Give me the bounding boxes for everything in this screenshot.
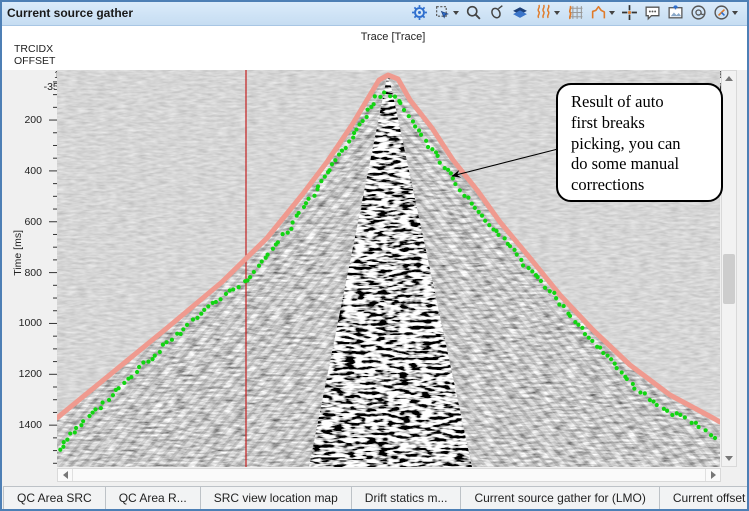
window-titlebar: Current source gather bbox=[0, 0, 749, 26]
dropdown-caret-icon bbox=[732, 11, 738, 15]
time-tick-label: 600 bbox=[10, 216, 42, 228]
layers-icon[interactable] bbox=[510, 3, 530, 22]
arrow-up-icon bbox=[725, 76, 733, 81]
grid-spectrum-icon[interactable] bbox=[565, 3, 585, 22]
settings-gear-icon[interactable] bbox=[410, 3, 429, 22]
arrow-right-icon bbox=[711, 471, 716, 479]
trace-axis-title: Trace [Trace] bbox=[330, 31, 456, 43]
time-axis-ticks bbox=[45, 70, 57, 467]
trace-header-axis: Trace [Trace] TRCIDX OFFSET 1-351741-251… bbox=[0, 26, 749, 70]
window-title: Current source gather bbox=[0, 6, 133, 20]
zoom-magnifier-icon[interactable] bbox=[464, 3, 483, 22]
comment-bubble-icon[interactable] bbox=[643, 3, 662, 22]
arrow-left-icon bbox=[63, 471, 68, 479]
time-tick-label: 1000 bbox=[10, 317, 42, 329]
toolbar bbox=[410, 3, 749, 22]
scroll-left-button[interactable] bbox=[58, 469, 73, 481]
dropdown-caret-icon bbox=[609, 11, 615, 15]
time-tick-label: 400 bbox=[10, 165, 42, 177]
time-tick-label: 200 bbox=[10, 114, 42, 126]
horizontal-scrollbar[interactable] bbox=[57, 468, 721, 482]
tab-qc-area-r[interactable]: QC Area R... bbox=[105, 486, 201, 510]
view-tabbar: QC Area SRCQC Area R...SRC view location… bbox=[0, 486, 749, 511]
annotation-callout[interactable]: Result of auto first breaks picking, you… bbox=[556, 83, 723, 202]
vertical-scrollbar-thumb[interactable] bbox=[723, 254, 735, 304]
histogram-shape-icon[interactable] bbox=[589, 3, 616, 22]
time-tick-label: 1200 bbox=[10, 368, 42, 380]
time-tick-label: 800 bbox=[10, 267, 42, 279]
tab-drift-statics-m[interactable]: Drift statics m... bbox=[351, 486, 462, 510]
offset-row-label: OFFSET bbox=[14, 55, 55, 67]
mouse-pick-icon[interactable] bbox=[487, 3, 506, 22]
time-tick-label: 1400 bbox=[10, 419, 42, 431]
scroll-down-button[interactable] bbox=[722, 451, 736, 466]
tab-current-source-gather-for-lmo[interactable]: Current source gather for (LMO) bbox=[460, 486, 659, 510]
dropdown-caret-icon bbox=[453, 11, 459, 15]
annotation-text: Result of auto first breaks picking, you… bbox=[571, 92, 715, 196]
wiggle-display-icon[interactable] bbox=[534, 3, 561, 22]
current-source-gather-window: Current source gather bbox=[0, 0, 749, 511]
compass-orientation-icon[interactable] bbox=[712, 3, 739, 22]
tab-src-view-location-map[interactable]: SRC view location map bbox=[200, 486, 352, 510]
select-region-icon[interactable] bbox=[433, 3, 460, 22]
scroll-up-button[interactable] bbox=[722, 71, 736, 86]
tab-current-offset-gat[interactable]: Current offset gat... bbox=[659, 486, 749, 510]
trcidx-row-label: TRCIDX bbox=[14, 43, 53, 55]
annotation-at-icon[interactable] bbox=[689, 3, 708, 22]
snapshot-image-icon[interactable] bbox=[666, 3, 685, 22]
vertical-scrollbar[interactable] bbox=[721, 70, 737, 467]
scroll-right-button[interactable] bbox=[705, 469, 720, 481]
dropdown-caret-icon bbox=[554, 11, 560, 15]
tab-qc-area-src[interactable]: QC Area SRC bbox=[3, 486, 106, 510]
crosshair-pointer-icon[interactable] bbox=[620, 3, 639, 22]
arrow-down-icon bbox=[725, 456, 733, 461]
